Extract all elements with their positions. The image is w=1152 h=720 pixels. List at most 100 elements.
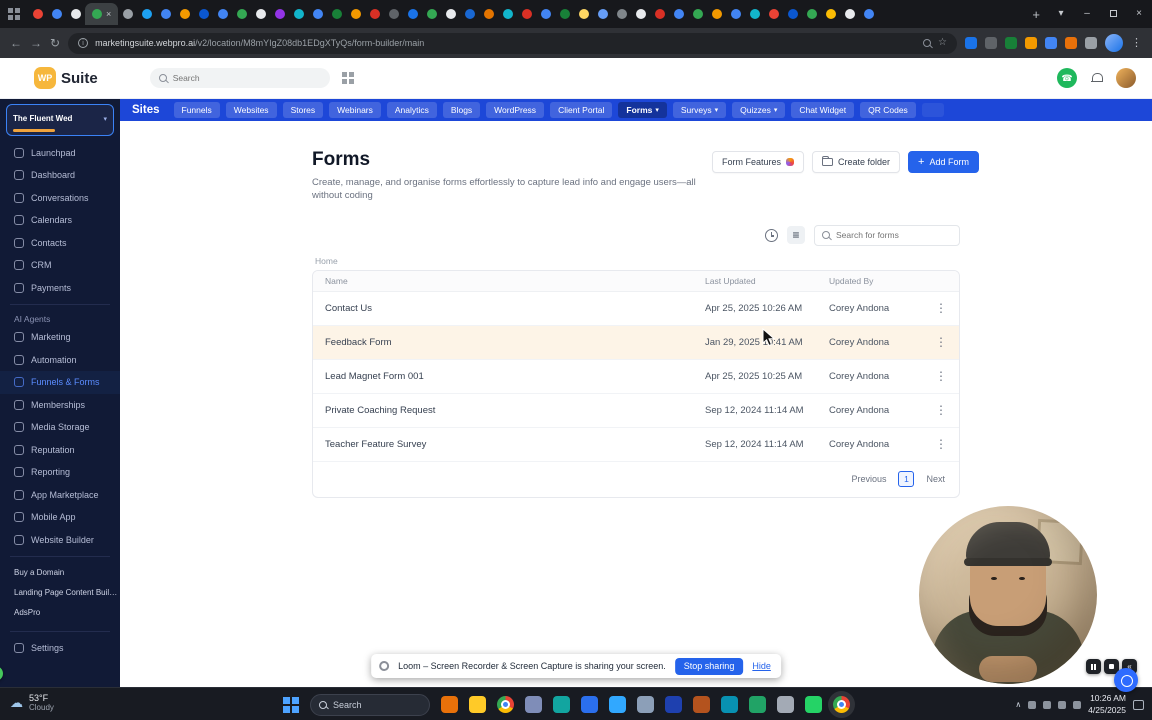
browser-tab[interactable] <box>118 3 137 25</box>
hide-button[interactable]: Hide <box>752 661 771 671</box>
notification-center-icon[interactable] <box>1133 699 1144 710</box>
sidebar-item-settings[interactable]: Settings <box>0 637 120 660</box>
sidebar-item[interactable]: Automation <box>0 349 120 372</box>
browser-tab[interactable] <box>137 3 156 25</box>
nav-pill[interactable]: Chat Widget <box>791 102 855 118</box>
taskbar-clock[interactable]: 10:26 AM 4/25/2025 <box>1088 693 1126 715</box>
row-menu-button[interactable] <box>923 369 959 383</box>
sidebar-link[interactable]: Landing Page Content Builder <box>0 582 120 602</box>
browser-tab[interactable] <box>821 3 840 25</box>
add-form-button[interactable]: Add Form <box>908 151 979 173</box>
taskbar-app-icon[interactable] <box>833 696 850 713</box>
form-name[interactable]: Private Coaching Request <box>313 405 705 416</box>
taskbar-app-icon[interactable] <box>777 696 794 713</box>
browser-tab[interactable] <box>194 3 213 25</box>
browser-tab[interactable] <box>175 3 194 25</box>
address-bar[interactable]: marketingsuite.webpro.ai/v2/location/M8m… <box>68 32 957 54</box>
nav-pill[interactable]: Analytics <box>386 102 437 118</box>
list-view-toggle[interactable] <box>787 226 805 245</box>
browser-tab[interactable] <box>555 3 574 25</box>
sidebar-item[interactable]: Calendars <box>0 209 120 232</box>
sidebar-item[interactable]: App Marketplace <box>0 484 120 507</box>
webcam-bubble[interactable] <box>919 506 1097 684</box>
form-name[interactable]: Feedback Form <box>313 337 705 348</box>
sidebar-item[interactable]: Funnels & Forms <box>0 371 120 394</box>
table-row[interactable]: Teacher Feature Survey Sep 12, 2024 11:1… <box>313 427 959 462</box>
browser-profile-avatar[interactable] <box>1105 34 1123 52</box>
nav-brand-sites[interactable]: Sites <box>132 104 160 116</box>
breadcrumb[interactable]: Home <box>315 256 960 266</box>
phone-button[interactable] <box>1057 68 1077 88</box>
tray-language-icon[interactable] <box>1073 700 1082 709</box>
taskbar-search[interactable]: Search <box>310 693 430 716</box>
sidebar-item[interactable]: Launchpad <box>0 142 120 165</box>
browser-tab[interactable] <box>441 3 460 25</box>
browser-tab[interactable] <box>289 3 308 25</box>
taskbar-app-icon[interactable] <box>805 696 822 713</box>
browser-tab[interactable] <box>688 3 707 25</box>
taskbar-app-icon[interactable] <box>721 696 738 713</box>
browser-tab[interactable] <box>232 3 251 25</box>
notifications-bell-icon[interactable] <box>1091 72 1103 84</box>
sidebar-item[interactable]: CRM <box>0 254 120 277</box>
sidebar-item[interactable]: Dashboard <box>0 164 120 187</box>
nav-pill[interactable]: Funnels <box>173 102 220 118</box>
browser-tab[interactable] <box>593 3 612 25</box>
extension-icon[interactable] <box>1085 37 1097 49</box>
tab-list-chevron-icon[interactable] <box>1048 9 1074 19</box>
form-features-button[interactable]: Form Features <box>712 151 805 173</box>
recent-activity-icon[interactable] <box>765 228 778 242</box>
form-name[interactable]: Teacher Feature Survey <box>313 439 705 450</box>
browser-tab[interactable] <box>536 3 555 25</box>
browser-tab[interactable] <box>156 3 175 25</box>
next-button[interactable]: Next <box>926 474 945 484</box>
stop-sharing-button[interactable]: Stop sharing <box>674 657 744 675</box>
extension-icon[interactable] <box>1065 37 1077 49</box>
table-row[interactable]: Private Coaching Request Sep 12, 2024 11… <box>313 393 959 428</box>
browser-tab[interactable] <box>631 3 650 25</box>
app-logo[interactable]: WP Suite <box>34 67 98 89</box>
table-row[interactable]: Lead Magnet Form 001 Apr 25, 2025 10:25 … <box>313 359 959 394</box>
nav-pill[interactable]: Webinars <box>329 102 381 118</box>
taskbar-app-icon[interactable] <box>665 696 682 713</box>
browser-tab[interactable] <box>707 3 726 25</box>
browser-tab[interactable] <box>47 3 66 25</box>
extension-icon[interactable] <box>1045 37 1057 49</box>
extension-icon[interactable] <box>965 37 977 49</box>
taskbar-app-icon[interactable] <box>609 696 626 713</box>
browser-tab[interactable] <box>479 3 498 25</box>
forms-search[interactable] <box>814 224 960 246</box>
nav-pill[interactable]: WordPress <box>486 102 545 118</box>
browser-tab[interactable] <box>251 3 270 25</box>
nav-pill[interactable]: Blogs <box>442 102 481 118</box>
reload-button[interactable] <box>50 37 60 49</box>
page-number[interactable]: 1 <box>898 471 915 488</box>
sidebar-item[interactable]: Reputation <box>0 439 120 462</box>
new-tab-button[interactable] <box>1032 8 1040 21</box>
pause-button[interactable] <box>1086 659 1101 674</box>
browser-tab[interactable] <box>783 3 802 25</box>
window-maximize-button[interactable] <box>1100 9 1126 20</box>
sidebar-link[interactable]: AdsPro <box>0 602 120 622</box>
form-name[interactable]: Contact Us <box>313 303 705 314</box>
row-menu-button[interactable] <box>923 301 959 315</box>
browser-tab[interactable] <box>574 3 593 25</box>
forward-button[interactable] <box>30 37 42 49</box>
back-button[interactable] <box>10 37 22 49</box>
browser-tab[interactable] <box>840 3 859 25</box>
taskbar-app-icon[interactable] <box>525 696 542 713</box>
nav-pill[interactable]: Surveys <box>672 102 727 118</box>
sidebar-item[interactable]: Media Storage <box>0 416 120 439</box>
browser-tab[interactable] <box>28 3 47 25</box>
table-row[interactable]: Contact Us Apr 25, 2025 10:26 AM Corey A… <box>313 291 959 326</box>
sidebar-item[interactable]: Website Builder <box>0 529 120 552</box>
sidebar-link[interactable]: Buy a Domain <box>0 562 120 582</box>
taskbar-app-icon[interactable] <box>441 696 458 713</box>
browser-tab[interactable] <box>745 3 764 25</box>
tray-volume-icon[interactable] <box>1043 700 1052 709</box>
nav-pill[interactable]: Websites <box>225 102 277 118</box>
sidebar-item[interactable]: Memberships <box>0 394 120 417</box>
browser-tab[interactable] <box>498 3 517 25</box>
account-switcher[interactable]: The Fluent Wed <box>6 104 114 136</box>
extension-icon[interactable] <box>985 37 997 49</box>
